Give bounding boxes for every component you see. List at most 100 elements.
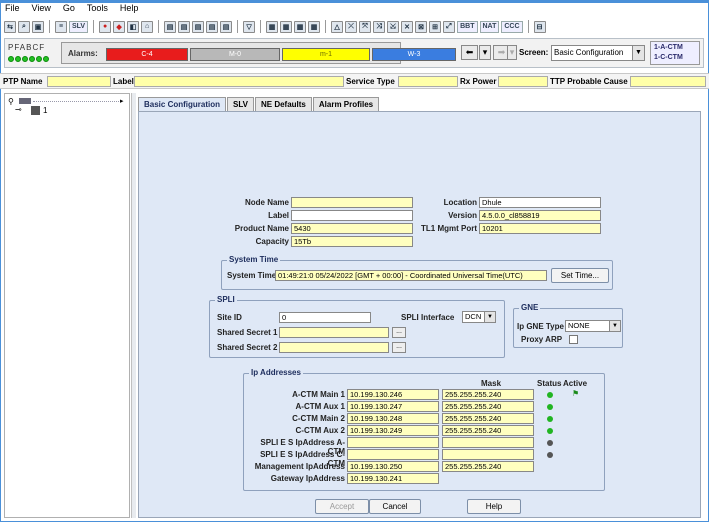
tree-node-label[interactable]: 1 bbox=[43, 106, 47, 115]
cross-connect-add-icon[interactable]: ⊞ bbox=[429, 20, 442, 33]
cancel-button[interactable]: Cancel bbox=[369, 499, 421, 514]
menu-help[interactable]: Help bbox=[119, 3, 140, 17]
mask-field[interactable]: 255.255.255.240 bbox=[442, 425, 534, 436]
mask-field[interactable]: 255.255.255.240 bbox=[442, 461, 534, 472]
close-icon[interactable]: ✕ bbox=[401, 20, 414, 33]
port-icon-1[interactable]: ▤ bbox=[164, 20, 177, 33]
ip-address-field[interactable]: 10.199.130.247 bbox=[347, 401, 439, 412]
menu-file[interactable]: File bbox=[4, 3, 21, 17]
grid-icon-1[interactable]: ▦ bbox=[266, 20, 279, 33]
rx-power-filter[interactable] bbox=[498, 76, 548, 87]
tree-expand-icon[interactable]: ⚲ bbox=[8, 97, 14, 106]
ip-address-field[interactable]: 10.199.130.248 bbox=[347, 413, 439, 424]
shared-secret-2-browse[interactable]: ... bbox=[392, 342, 406, 353]
service-type-filter[interactable] bbox=[398, 76, 458, 87]
toolbar-divider bbox=[237, 20, 239, 33]
grid-icon-3[interactable]: ▦ bbox=[294, 20, 307, 33]
ptp-name-filter[interactable] bbox=[47, 76, 111, 87]
network-element-icon[interactable] bbox=[19, 98, 31, 104]
lock-icon[interactable]: ▣ bbox=[32, 20, 44, 33]
mask-field[interactable]: 255.255.255.240 bbox=[442, 389, 534, 400]
tab-ne-defaults[interactable]: NE Defaults bbox=[254, 97, 312, 111]
grid-icon-2[interactable]: ▦ bbox=[280, 20, 293, 33]
spli-interface-select[interactable]: DCN ▼ bbox=[462, 311, 496, 323]
ip-address-field[interactable]: 10.199.130.249 bbox=[347, 425, 439, 436]
slv-button[interactable]: SLV bbox=[69, 20, 89, 33]
menu-view[interactable]: View bbox=[31, 3, 52, 17]
chevron-down-icon[interactable]: ▼ bbox=[632, 46, 644, 60]
tab-alarm-profiles[interactable]: Alarm Profiles bbox=[312, 97, 380, 111]
mask-field[interactable]: 255.255.255.240 bbox=[442, 401, 534, 412]
mask-field[interactable] bbox=[442, 449, 534, 460]
ctm-c-label[interactable]: 1-C-CTM bbox=[654, 53, 699, 63]
shared-secret-1-browse[interactable]: ... bbox=[392, 327, 406, 338]
bank-icon[interactable]: ⌂ bbox=[141, 20, 154, 33]
critical-alarm-count[interactable]: C-4 bbox=[106, 48, 188, 61]
ip-row-label: C-CTM Aux 2 bbox=[295, 426, 345, 435]
warning-alarm-count[interactable]: W-3 bbox=[372, 48, 456, 61]
shelf-icon[interactable] bbox=[31, 106, 40, 115]
gne-title: GNE bbox=[519, 303, 541, 312]
ip-address-field[interactable] bbox=[347, 449, 439, 460]
tab-slv[interactable]: SLV bbox=[227, 97, 254, 111]
accept-button[interactable]: Accept bbox=[315, 499, 369, 514]
expand-icon[interactable]: ⤢ bbox=[443, 20, 456, 33]
rack-icon[interactable]: ⊟ bbox=[533, 20, 546, 33]
ctm-a-label[interactable]: 1-A-CTM bbox=[654, 43, 699, 53]
forward-dropdown-icon[interactable]: ▾ bbox=[507, 45, 517, 60]
link-icon-4[interactable]: ⤩ bbox=[387, 20, 400, 33]
link-icon-2[interactable]: ⤧ bbox=[359, 20, 372, 33]
find-icon[interactable]: ⌕ bbox=[18, 20, 30, 33]
cross-connect-icon[interactable]: ⊠ bbox=[415, 20, 428, 33]
link-icon-3[interactable]: ⤨ bbox=[373, 20, 386, 33]
bbt-button[interactable]: BBT bbox=[457, 20, 478, 33]
shared-secret-1-field[interactable] bbox=[279, 327, 389, 338]
chevron-down-icon[interactable]: ▼ bbox=[484, 312, 495, 322]
gne-type-select[interactable]: NONE ▼ bbox=[565, 320, 621, 332]
ip-address-field[interactable]: 10.199.130.246 bbox=[347, 389, 439, 400]
set-time-button[interactable]: Set Time... bbox=[551, 268, 609, 283]
splitter-handle[interactable] bbox=[131, 93, 136, 518]
site-id-field[interactable]: 0 bbox=[279, 312, 371, 323]
ip-address-field[interactable]: 10.199.130.241 bbox=[347, 473, 439, 484]
proxy-arp-checkbox[interactable] bbox=[569, 335, 578, 344]
help-button[interactable]: Help bbox=[467, 499, 521, 514]
filter-icon[interactable]: ▽ bbox=[243, 20, 256, 33]
chevron-down-icon[interactable]: ▼ bbox=[609, 321, 620, 331]
status-led bbox=[43, 56, 49, 62]
ip-address-field[interactable] bbox=[347, 437, 439, 448]
ccc-button[interactable]: CCC bbox=[501, 20, 523, 33]
port-icon-4[interactable]: ▤ bbox=[206, 20, 219, 33]
tab-basic-configuration[interactable]: Basic Configuration bbox=[138, 97, 227, 111]
port-icon-5[interactable]: ▤ bbox=[220, 20, 233, 33]
alarm-list-icon[interactable]: ◆ bbox=[113, 20, 126, 33]
minor-alarm-count[interactable]: m-1 bbox=[282, 48, 370, 61]
topology-icon[interactable]: △ bbox=[331, 20, 344, 33]
ip-row-label: C-CTM Main 2 bbox=[292, 414, 345, 423]
menu-tools[interactable]: Tools bbox=[86, 3, 109, 17]
port-icon-2[interactable]: ▤ bbox=[178, 20, 191, 33]
location-field[interactable]: Dhule bbox=[479, 197, 601, 208]
shared-secret-2-field[interactable] bbox=[279, 342, 389, 353]
ip-address-field[interactable]: 10.199.130.250 bbox=[347, 461, 439, 472]
alarm-history-icon[interactable]: ◧ bbox=[127, 20, 140, 33]
link-icon-1[interactable]: ⤫ bbox=[345, 20, 358, 33]
grid-icon-4[interactable]: ▦ bbox=[308, 20, 321, 33]
mask-field[interactable]: 255.255.255.240 bbox=[442, 413, 534, 424]
nat-button[interactable]: NAT bbox=[479, 20, 500, 33]
history-dropdown-icon[interactable]: ▾ bbox=[479, 45, 491, 60]
connect-icon[interactable]: ⇆ bbox=[4, 20, 16, 33]
menu-go[interactable]: Go bbox=[62, 3, 76, 17]
ttp-cause-filter[interactable] bbox=[630, 76, 706, 87]
port-icon-3[interactable]: ▤ bbox=[192, 20, 205, 33]
label-filter[interactable] bbox=[134, 76, 344, 87]
list-icon[interactable]: ≡ bbox=[55, 20, 67, 33]
ip-addresses-title: Ip Addresses bbox=[249, 368, 303, 377]
mask-field[interactable] bbox=[442, 437, 534, 448]
alarm-icon[interactable]: ● bbox=[99, 20, 112, 33]
back-arrow-icon[interactable]: ⬅ bbox=[461, 45, 478, 60]
label-field[interactable] bbox=[291, 210, 413, 221]
screen-select[interactable]: Basic Configuration ▼ bbox=[551, 45, 645, 61]
major-alarm-count[interactable]: M-0 bbox=[190, 48, 280, 61]
node-name-field[interactable] bbox=[291, 197, 413, 208]
